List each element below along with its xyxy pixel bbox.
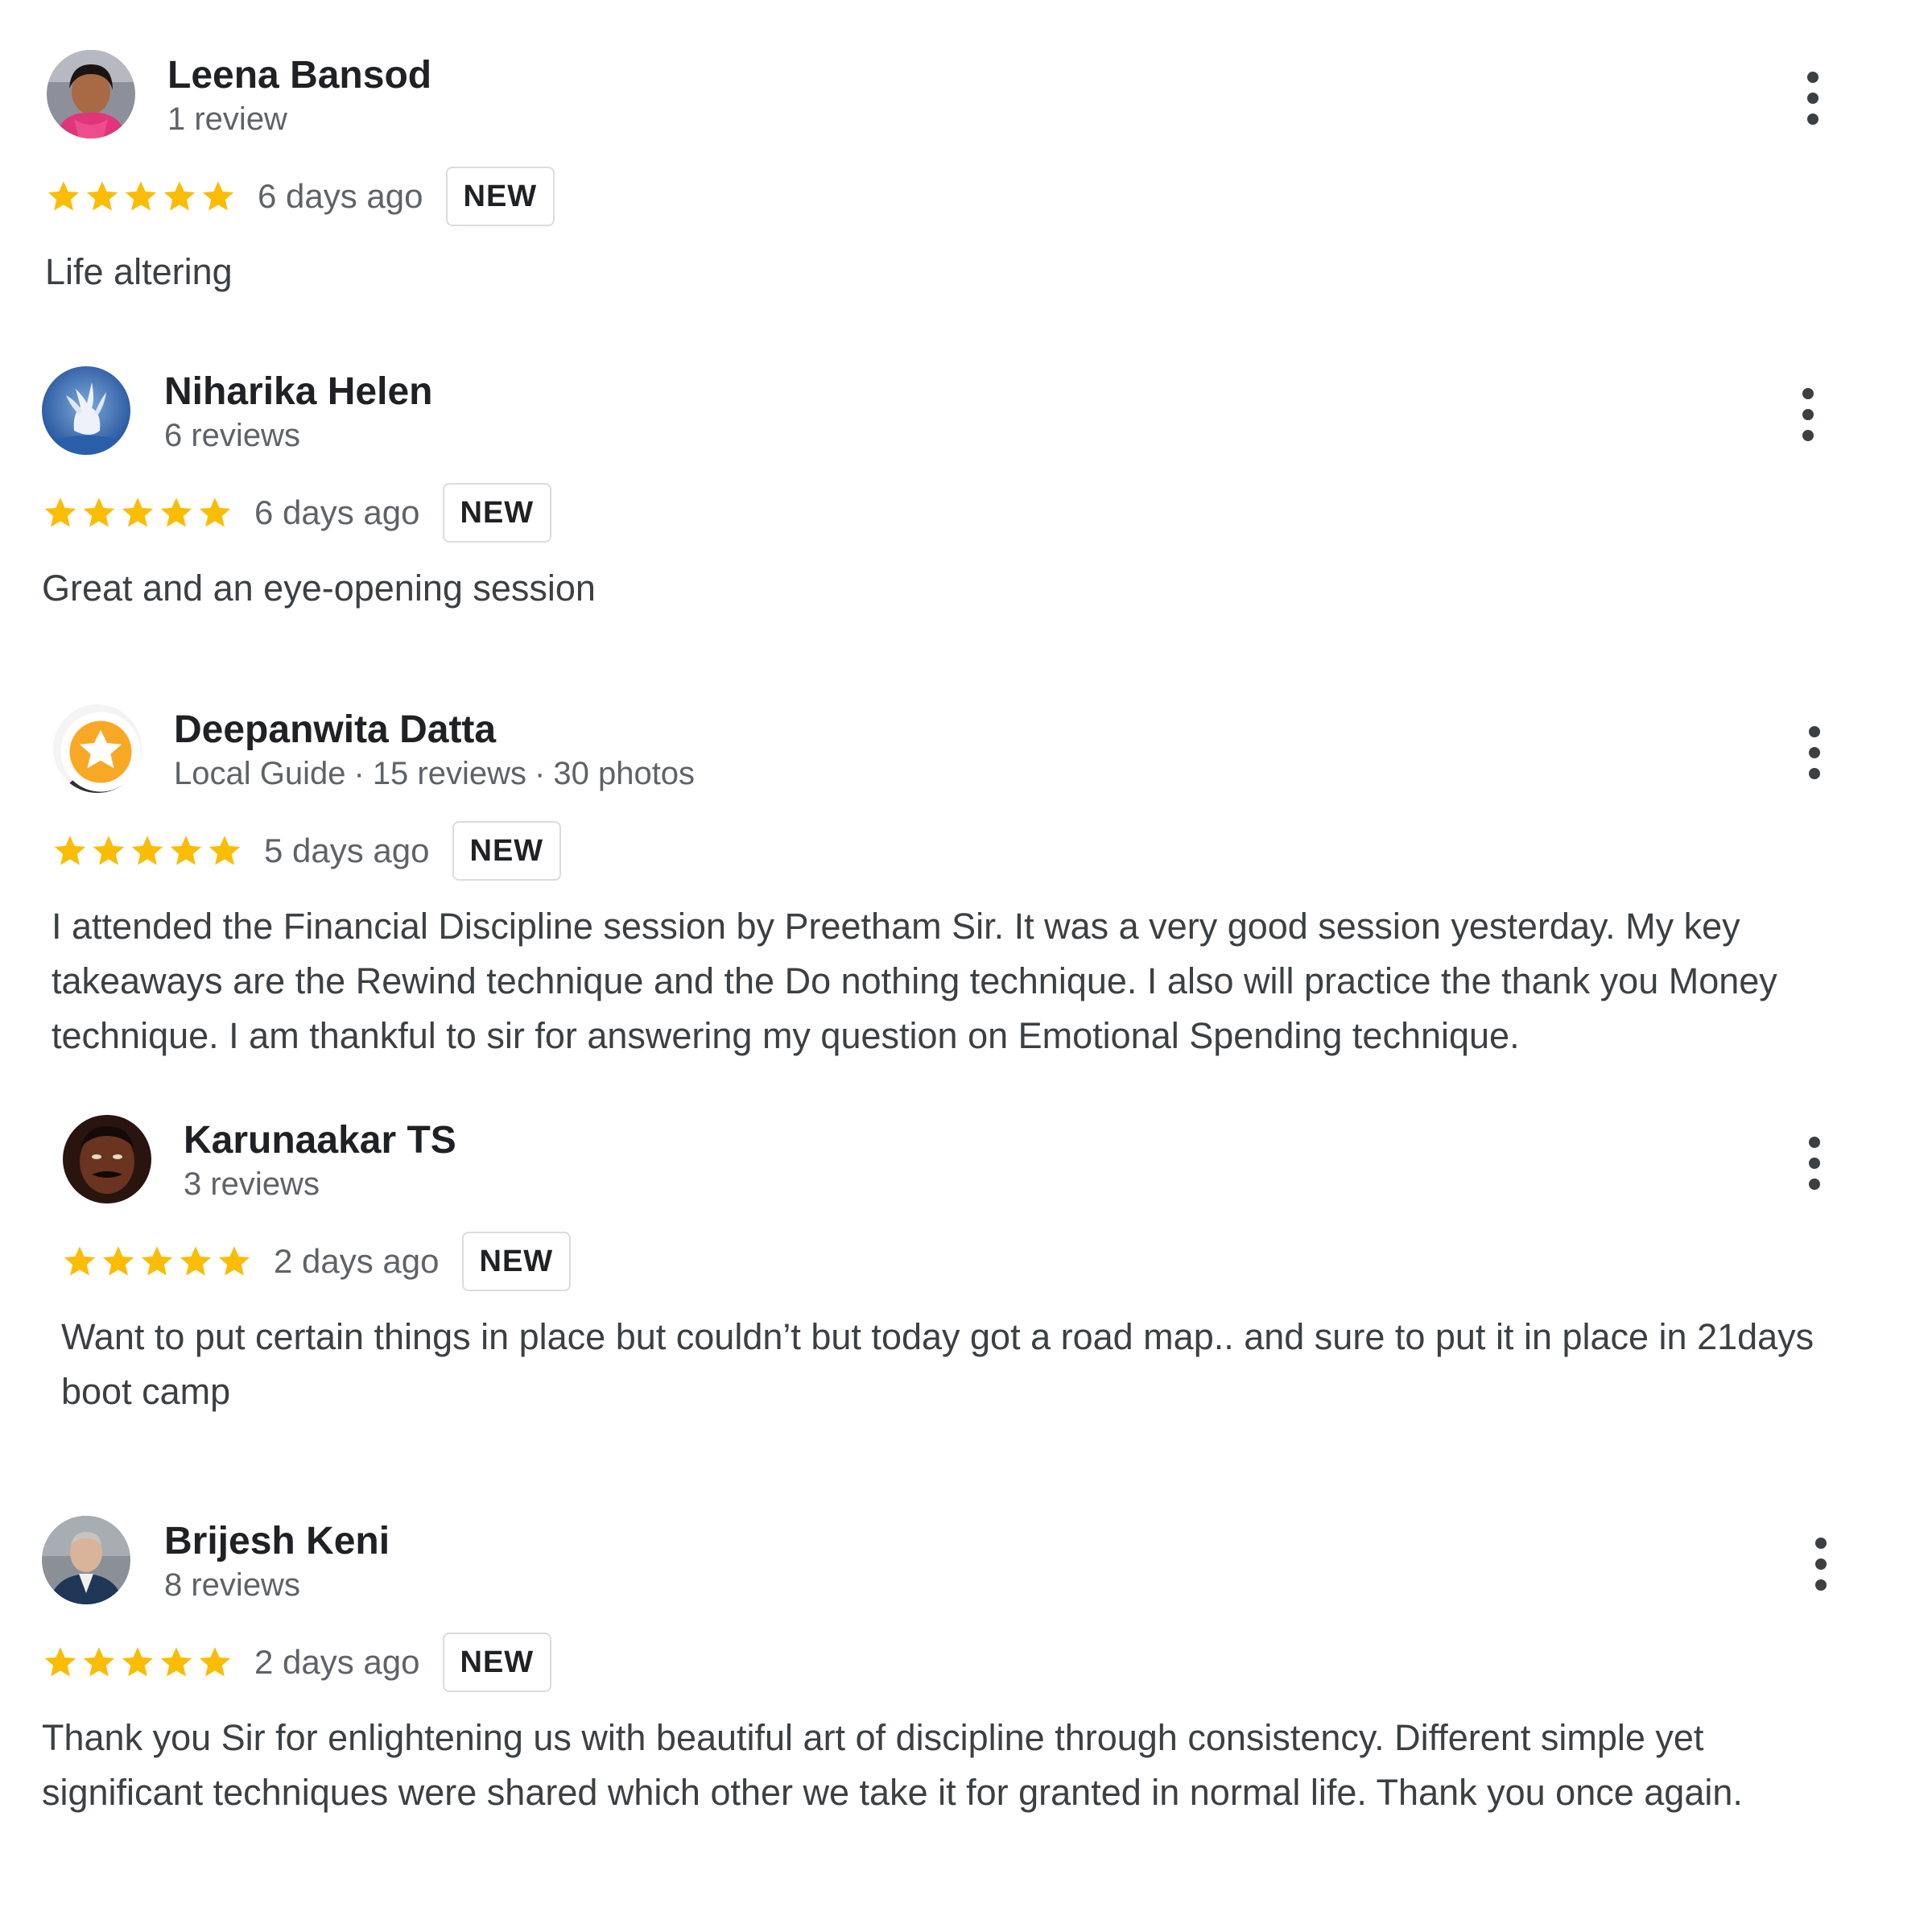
local-guide-label: Local Guide: [174, 756, 346, 791]
more-options-icon[interactable]: [1797, 66, 1829, 130]
star-icon: [206, 832, 243, 869]
star-icon: [216, 1243, 253, 1280]
star-icon: [84, 178, 121, 215]
reviewer-meta: Local Guide · 15 reviews · 30 photos: [174, 756, 695, 792]
meta-separator: ·: [535, 756, 546, 791]
user-photo-avatar[interactable]: [42, 1516, 130, 1604]
more-options-icon[interactable]: [1798, 720, 1831, 785]
rating-row: 6 days ago NEW: [42, 482, 552, 543]
star-icon: [42, 1644, 79, 1681]
reviewer-meta: 3 reviews: [184, 1166, 320, 1202]
star-icon: [161, 178, 198, 215]
star-rating: [45, 178, 237, 215]
star-icon: [80, 494, 118, 531]
reviewer-name[interactable]: Leena Bansod: [167, 53, 431, 97]
new-badge: NEW: [442, 1633, 552, 1692]
more-options-icon[interactable]: [1792, 382, 1824, 447]
star-icon: [119, 1644, 156, 1681]
star-icon: [119, 494, 156, 531]
new-badge: NEW: [452, 821, 562, 881]
rating-row: 2 days ago NEW: [42, 1632, 552, 1693]
review-count: 15 reviews: [372, 756, 527, 791]
review-text: Great and an eye-opening session: [42, 568, 596, 609]
star-icon: [122, 178, 159, 215]
reviewer-name[interactable]: Karunaakar TS: [184, 1118, 456, 1162]
review-text: Thank you Sir for enlightening us with b…: [42, 1717, 1743, 1813]
star-icon: [158, 494, 195, 531]
reviewer-name[interactable]: Niharika Helen: [164, 369, 432, 414]
star-icon: [129, 832, 166, 869]
user-photo-avatar[interactable]: [53, 704, 142, 793]
reviewer-name[interactable]: Brijesh Keni: [164, 1519, 390, 1563]
star-icon: [90, 832, 127, 869]
star-icon: [196, 494, 233, 531]
review-date: 5 days ago: [264, 832, 430, 869]
reviewer-meta: 8 reviews: [164, 1567, 300, 1603]
user-photo-avatar[interactable]: [63, 1115, 151, 1203]
star-rating: [42, 1644, 233, 1681]
star-icon: [61, 1243, 98, 1280]
rating-row: 6 days ago NEW: [45, 166, 555, 227]
rating-row: 5 days ago NEW: [52, 820, 562, 881]
reviewer-name[interactable]: Deepanwita Datta: [174, 708, 496, 752]
star-icon: [80, 1644, 118, 1681]
local-guide-star-icon: [60, 712, 141, 792]
star-icon: [138, 1243, 175, 1280]
meta-separator: ·: [353, 756, 365, 791]
more-options-icon[interactable]: [1798, 1131, 1831, 1195]
star-icon: [167, 832, 204, 869]
star-icon: [52, 832, 89, 869]
star-icon: [100, 1243, 137, 1280]
star-icon: [200, 178, 237, 215]
star-icon: [177, 1243, 214, 1280]
review-date: 6 days ago: [254, 493, 420, 531]
reviewer-meta: 6 reviews: [164, 418, 300, 453]
more-options-icon[interactable]: [1805, 1532, 1837, 1596]
pegasus-avatar[interactable]: [42, 366, 130, 455]
review-date: 2 days ago: [254, 1643, 420, 1681]
new-badge: NEW: [445, 167, 555, 226]
star-icon: [158, 1644, 195, 1681]
star-icon: [45, 178, 82, 215]
new-badge: NEW: [442, 483, 552, 543]
star-rating: [42, 494, 233, 531]
review-date: 2 days ago: [274, 1242, 440, 1280]
review-text: Want to put certain things in place but …: [61, 1316, 1814, 1412]
star-rating: [61, 1243, 253, 1280]
rating-row: 2 days ago NEW: [61, 1231, 572, 1292]
new-badge: NEW: [461, 1232, 572, 1291]
review-date: 6 days ago: [258, 177, 423, 215]
reviewer-meta: 1 review: [167, 101, 287, 137]
photo-count: 30 photos: [553, 756, 696, 791]
star-icon: [42, 494, 79, 531]
review-text: I attended the Financial Discipline sess…: [52, 906, 1777, 1056]
review-text: Life altering: [45, 251, 233, 292]
star-rating: [52, 832, 243, 869]
star-icon: [196, 1644, 233, 1681]
user-photo-avatar[interactable]: [47, 50, 135, 138]
